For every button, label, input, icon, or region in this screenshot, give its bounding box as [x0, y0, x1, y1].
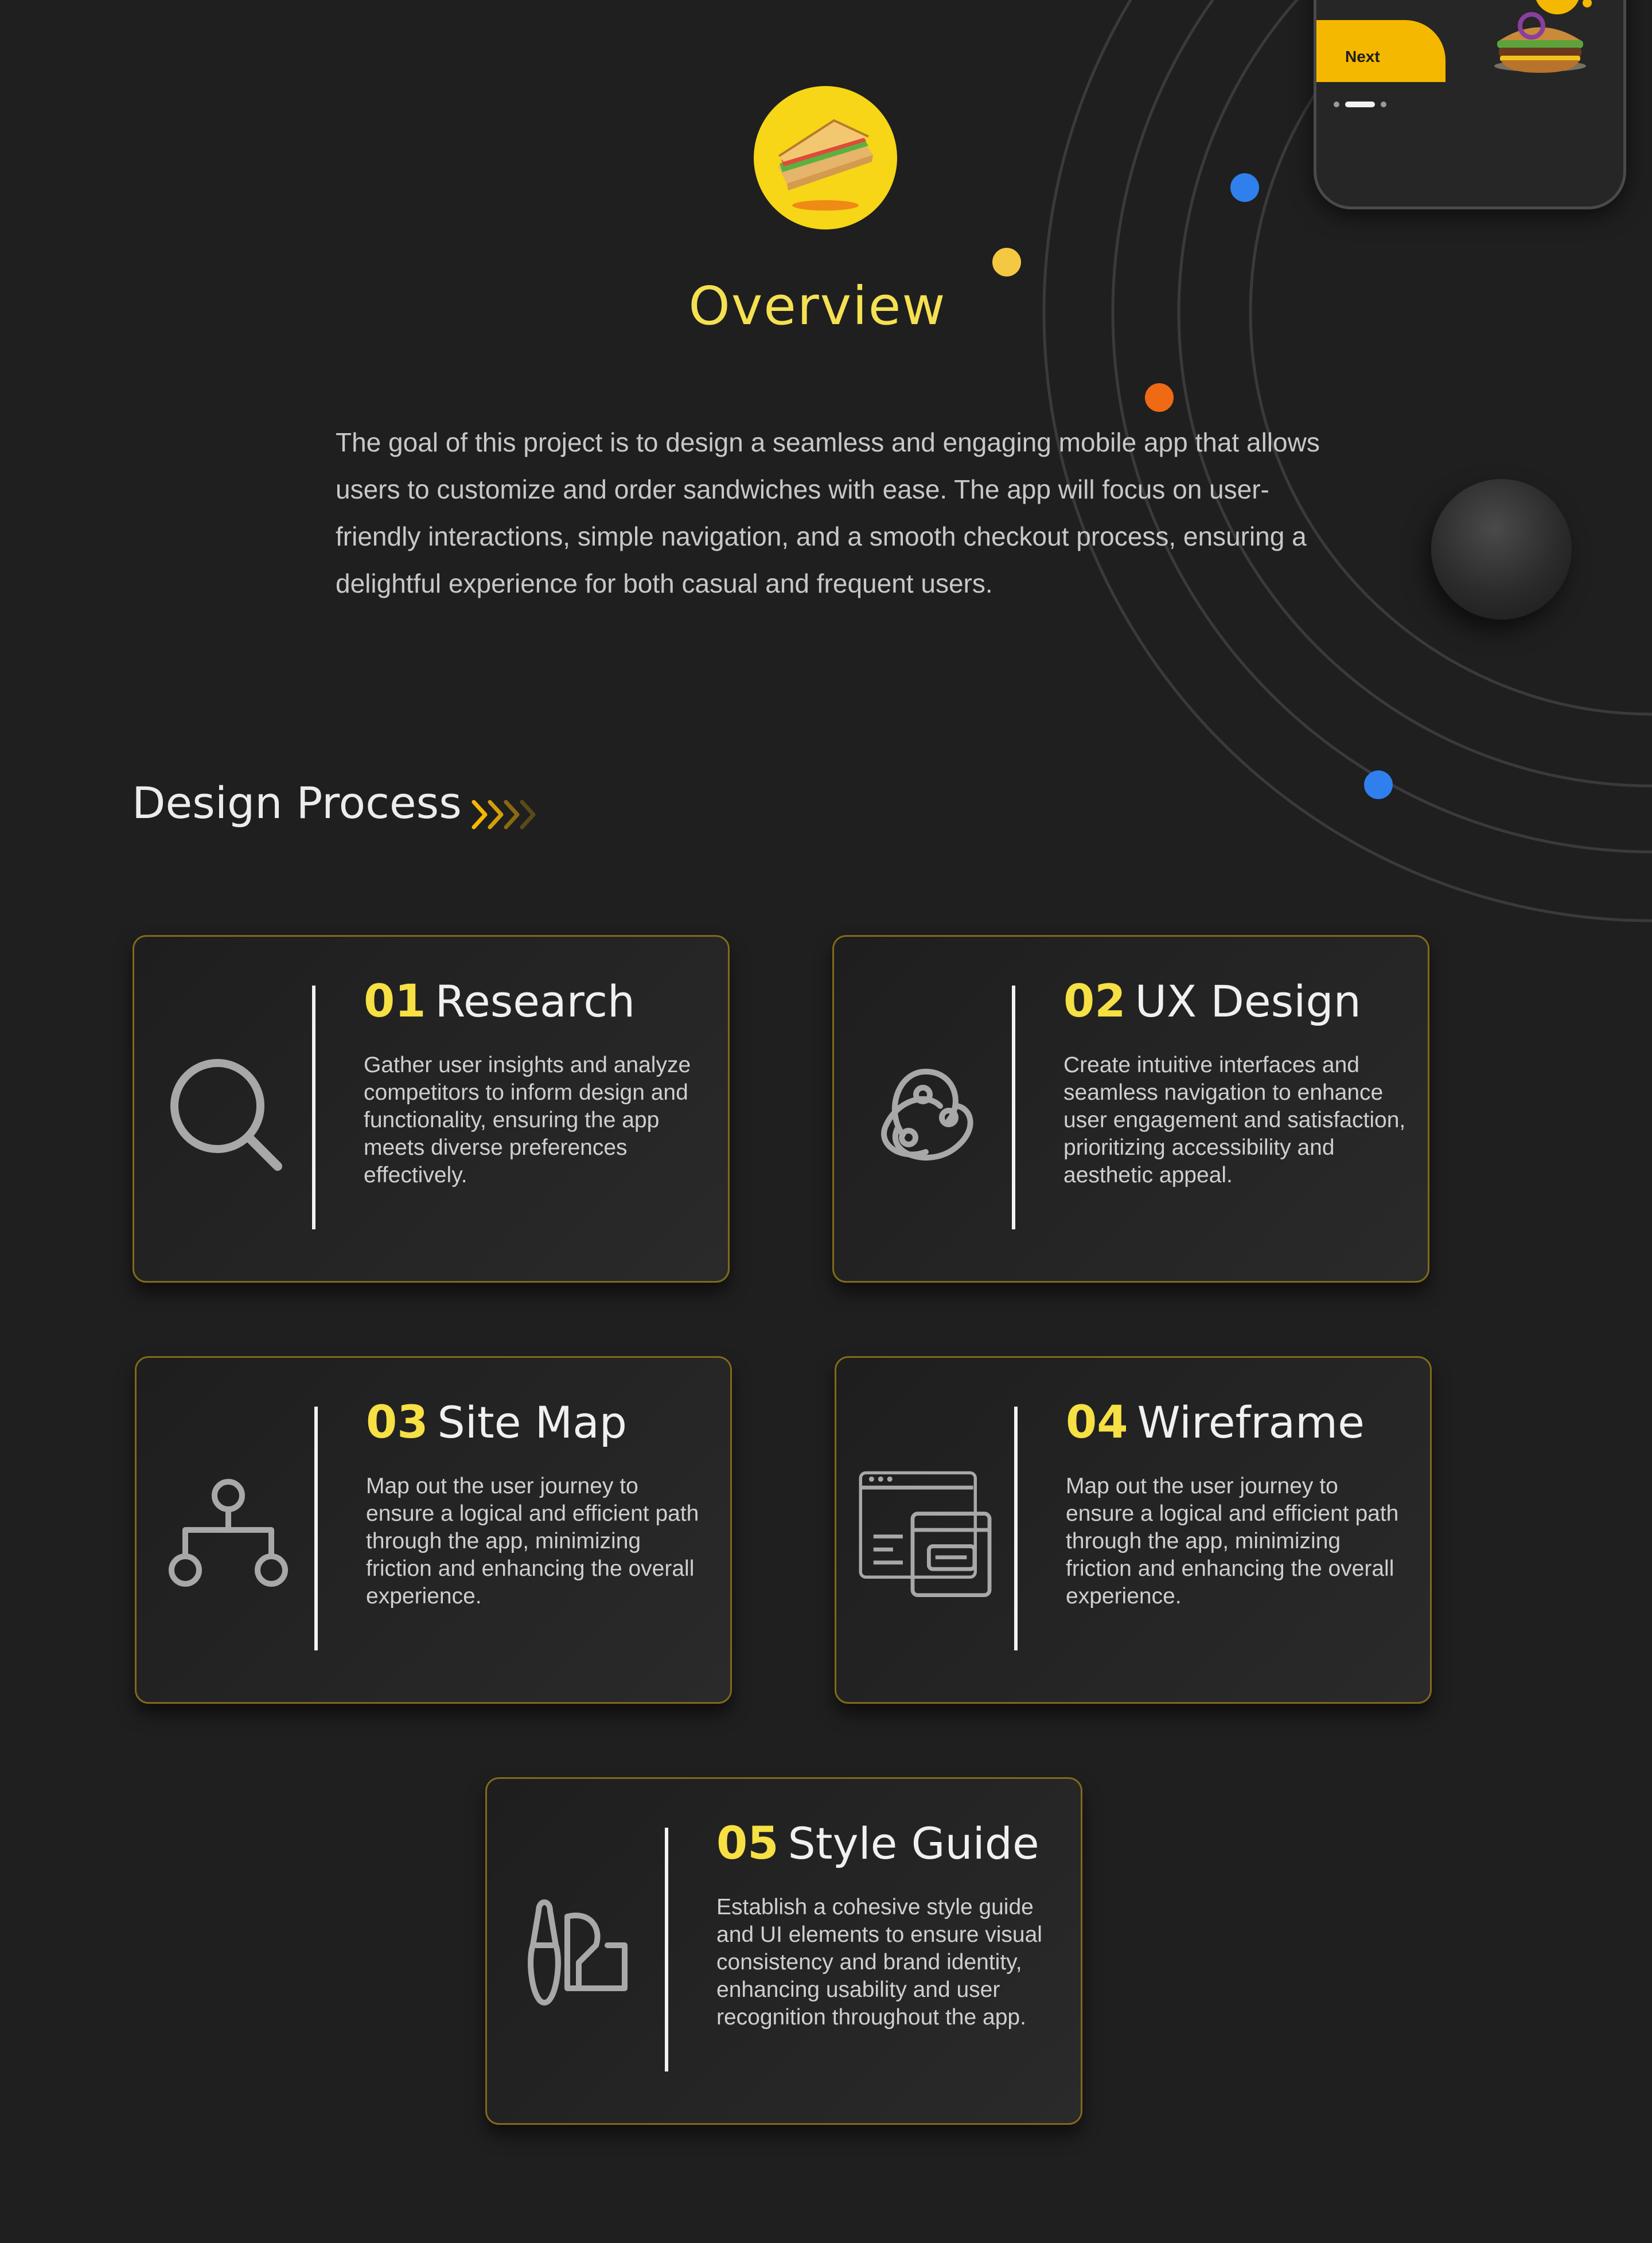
card-description: Create intuitive interfaces and seamless…	[1063, 1053, 1406, 1187]
style-guide-icon	[528, 1899, 628, 2006]
process-card-site-map: 03 Site Map Map out the user journey to e…	[135, 1356, 732, 1704]
process-card-research: 01 Research Gather user insights and anal…	[133, 935, 730, 1283]
card-title-text: Wireframe	[1137, 1397, 1365, 1448]
card-divider	[1012, 986, 1015, 1229]
card-divider	[1014, 1407, 1018, 1650]
card-title-text: Site Map	[437, 1397, 628, 1448]
card-title: 05 Style Guide	[716, 1818, 1039, 1870]
card-number: 01	[364, 976, 426, 1027]
card-description: Map out the user journey to ensure a log…	[366, 1474, 699, 1609]
wireframe-icon	[859, 1471, 992, 1598]
sitemap-icon	[169, 1479, 288, 1587]
next-button-label: Next	[1345, 48, 1380, 65]
card-number: 03	[366, 1397, 428, 1448]
card-title-text: UX Design	[1135, 976, 1361, 1027]
process-card-style-guide: 05 Style Guide Establish a cohesive style…	[485, 1777, 1082, 2125]
overview-title: Overview	[688, 275, 946, 337]
orbit-dot-orange	[1145, 383, 1174, 412]
card-title-text: Research	[435, 976, 636, 1027]
decorative-sphere	[1431, 479, 1572, 620]
card-description: Gather user insights and analyze competi…	[364, 1053, 691, 1187]
card-number: 04	[1066, 1397, 1128, 1448]
card-description: Establish a cohesive style guide and UI …	[716, 1895, 1042, 2030]
card-description: Map out the user journey to ensure a log…	[1066, 1474, 1399, 1609]
card-divider	[665, 1828, 668, 2071]
card-title: 03 Site Map	[366, 1397, 627, 1448]
design-process-title: Design Process	[132, 777, 462, 828]
card-number: 05	[716, 1818, 779, 1870]
sandwich-icon	[778, 119, 873, 211]
card-title: 04 Wireframe	[1066, 1397, 1365, 1448]
process-card-ux-design: 02 UX Design Create intuitive interfaces …	[832, 935, 1429, 1283]
chevrons-right-icon	[472, 800, 536, 830]
process-card-wireframe: 04 Wireframe Map out the user journey to …	[835, 1356, 1432, 1704]
card-divider	[312, 986, 315, 1229]
card-title-text: Style Guide	[788, 1818, 1039, 1869]
orbit-dot-blue-bottom	[1364, 770, 1393, 799]
card-number: 02	[1063, 976, 1126, 1027]
overview-description: The goal of this project is to design a …	[336, 427, 1320, 598]
card-title: 02 UX Design	[1063, 976, 1361, 1027]
card-divider	[314, 1407, 318, 1650]
network-icon	[881, 1068, 973, 1161]
next-button[interactable]: Next	[1316, 20, 1446, 82]
page-indicator	[1334, 102, 1386, 107]
search-icon	[170, 1059, 282, 1171]
sandwich-logo	[754, 86, 897, 229]
card-title: 01 Research	[364, 976, 635, 1027]
orbit-dot-blue-top	[1230, 173, 1259, 202]
orbit-dot-yellow	[992, 248, 1021, 277]
phone-mockup: Next	[1314, 0, 1626, 209]
burger-image	[1494, 0, 1592, 73]
